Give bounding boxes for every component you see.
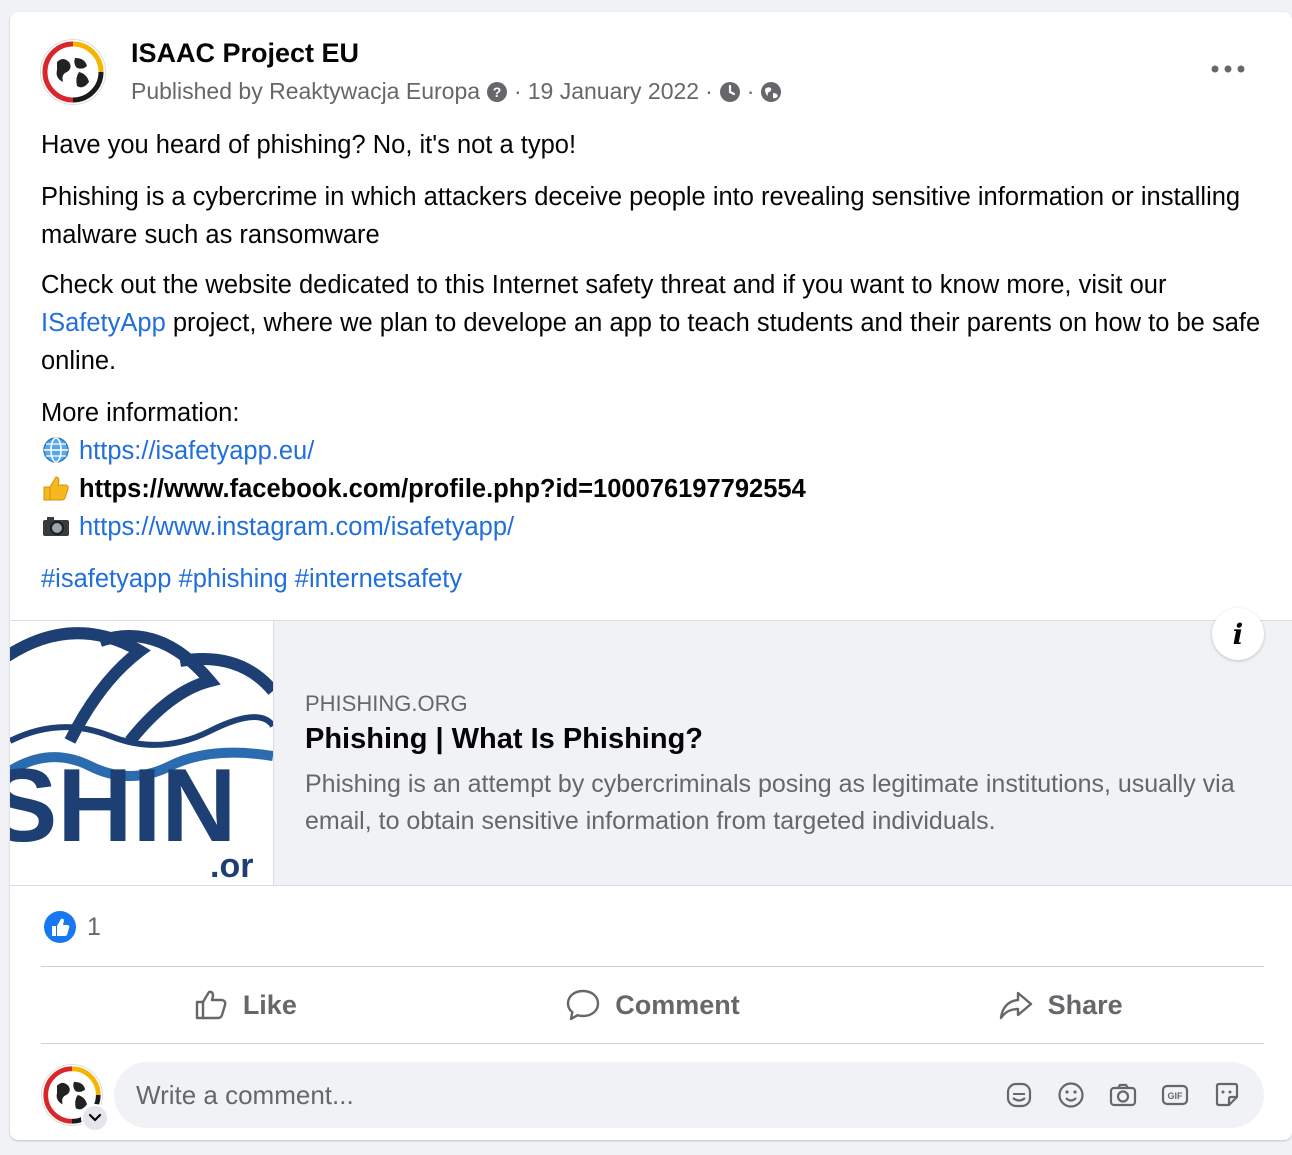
comment-input[interactable]: Write a comment... GIF [114,1062,1264,1128]
hashtag-link[interactable]: #internetsafety [295,565,462,593]
preview-title[interactable]: Phishing | What Is Phishing? [305,723,703,756]
comment-button[interactable]: Comment [449,967,857,1043]
share-icon [999,991,1032,1020]
camera-icon [1109,1083,1137,1107]
post-paragraph: Phishing is a cybercrime in which attack… [41,183,1241,249]
preview-description: Phishing is an attempt by cybercriminals… [305,770,1235,835]
post-meta: Published by Reaktywacja Europa ? · 19 J… [131,78,782,105]
clock-icon [719,81,740,102]
emoji-button[interactable] [1054,1078,1088,1112]
globe-emoji-icon [43,437,69,463]
meta-sep: · [705,78,713,104]
facebook-line: https://www.facebook.com/profile.php?id=… [41,470,1266,508]
like-button[interactable]: Like [41,967,449,1043]
post-header: ISAAC Project EU Published by Reaktywacj… [10,12,1292,122]
post-date[interactable]: 19 January 2022 [528,78,699,105]
camera-emoji-icon [43,517,69,536]
more-info-label: More information: [41,399,240,427]
post-card: ISAAC Project EU Published by Reaktywacj… [10,12,1292,1140]
hashtag-link[interactable]: #isafetyapp [41,565,171,593]
photo-button[interactable] [1106,1078,1140,1112]
instagram-line: https://www.instagram.com/isafetyapp/ [41,508,1266,546]
hashtags: #isafetyapp #phishing #internetsafety [41,560,1266,598]
preview-thumbnail: SHIN .or [10,621,274,885]
info-button[interactable]: i [1212,608,1264,660]
comment-placeholder: Write a comment... [136,1079,354,1110]
svg-text:.or: .or [210,847,253,885]
meta-sep: · [514,78,522,104]
action-bar: Like Comment Share [41,967,1264,1043]
svg-text:GIF: GIF [1168,1091,1184,1101]
page-avatar[interactable] [40,39,106,105]
share-button[interactable]: Share [856,967,1264,1043]
divider [41,1043,1264,1044]
more-info-block: More information: https://isafetyapp.eu/… [41,394,1266,546]
reactions-summary[interactable]: 1 [43,910,101,944]
svg-text:?: ? [493,84,502,100]
globe-icon[interactable] [760,81,782,103]
gif-button[interactable]: GIF [1158,1078,1192,1112]
help-icon[interactable]: ? [486,81,508,103]
post-paragraph: Have you heard of phishing? No, it's not… [41,131,577,159]
facebook-url[interactable]: https://www.facebook.com/profile.php?id=… [79,475,806,503]
more-icon [1211,65,1245,73]
sticker-icon [1006,1082,1032,1108]
website-link[interactable]: https://isafetyapp.eu/ [79,437,314,465]
instagram-link[interactable]: https://www.instagram.com/isafetyapp/ [79,513,514,541]
sticker-button[interactable] [1002,1078,1036,1112]
like-icon [195,990,227,1020]
chevron-down-icon [88,1113,102,1122]
isafetyapp-link[interactable]: ISafetyApp [41,309,166,337]
gif-icon: GIF [1161,1084,1189,1106]
like-reaction-icon [44,911,76,943]
page-name[interactable]: ISAAC Project EU [131,38,359,69]
comment-composer: Write a comment... GIF [41,1062,1264,1132]
post-text: Have you heard of phishing? No, it's not… [41,126,1266,612]
switch-profile-button[interactable] [81,1104,109,1132]
avatar-sticker-icon [1215,1082,1239,1107]
preview-domain: PHISHING.ORG [305,691,468,716]
meta-sep: · [746,78,755,104]
more-options-button[interactable] [1208,54,1248,84]
comment-tools: GIF [1002,1078,1244,1112]
reaction-count: 1 [87,912,101,941]
thumbs-up-emoji-icon [43,476,69,501]
website-line: https://isafetyapp.eu/ [41,432,1266,470]
published-by[interactable]: Published by Reaktywacja Europa [131,78,480,105]
comment-icon [567,989,600,1021]
hashtag-link[interactable]: #phishing [179,565,288,593]
svg-text:SHIN: SHIN [10,748,236,864]
emoji-icon [1058,1082,1084,1108]
link-preview[interactable]: SHIN .or PHISHING.ORG Phishing | What Is… [10,620,1292,886]
avatar-sticker-button[interactable] [1210,1078,1244,1112]
post-paragraph: Check out the website dedicated to this … [41,271,1261,375]
